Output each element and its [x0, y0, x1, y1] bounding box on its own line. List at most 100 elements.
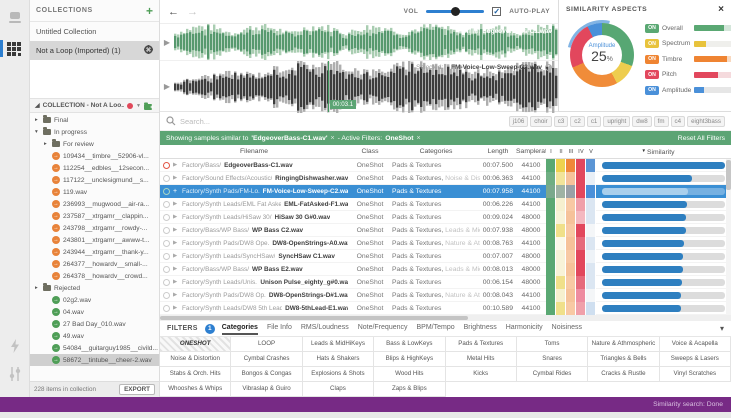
- row-play-icon[interactable]: ▶: [173, 214, 179, 220]
- row-play-icon[interactable]: ▶: [173, 227, 179, 233]
- category-button[interactable]: Leads & MidHiKeys: [302, 337, 375, 352]
- category-button[interactable]: Vinyl Scratches: [659, 367, 731, 382]
- tree-item[interactable]: → 109434__timbre__52906-vl...: [30, 150, 159, 162]
- category-button[interactable]: Voice & Acapella: [659, 337, 731, 352]
- aspect-on-toggle[interactable]: ON: [645, 54, 659, 64]
- row-marker-ring-icon[interactable]: [163, 239, 170, 247]
- row-marker-ring-icon[interactable]: [163, 226, 170, 234]
- search-tag[interactable]: j106: [508, 115, 529, 127]
- filter-tab-note-frequency[interactable]: Note/Frequency: [358, 322, 408, 335]
- category-button[interactable]: Noise & Distortion: [160, 352, 232, 367]
- category-button[interactable]: Toms: [516, 337, 589, 352]
- add-collection-button[interactable]: +: [146, 5, 153, 17]
- tree-item[interactable]: → 58672__tintube__cheer-2.wav: [30, 354, 159, 366]
- vertical-scrollbar[interactable]: [726, 159, 731, 315]
- expand-arrow-icon[interactable]: ▸: [44, 141, 49, 147]
- row-marker-ring-icon[interactable]: [163, 200, 170, 208]
- loop-toggle-icon[interactable]: [545, 64, 552, 71]
- grid-view-icon[interactable]: [0, 40, 24, 58]
- column-header-similarity[interactable]: ▼Similarity: [596, 148, 720, 156]
- category-button[interactable]: Cymbal Rides: [516, 367, 589, 382]
- play-similar-icon[interactable]: ▶: [160, 38, 174, 47]
- tree-item[interactable]: ▸ Final: [30, 114, 159, 126]
- row-play-icon[interactable]: ▶: [173, 240, 179, 246]
- category-button[interactable]: Whooshes & Whips: [160, 382, 232, 397]
- tree-item[interactable]: ▾ In progress: [30, 126, 159, 138]
- expand-arrow-icon[interactable]: ▸: [35, 117, 40, 123]
- playhead-cursor[interactable]: [327, 61, 329, 112]
- tree-item[interactable]: → 119.wav: [30, 186, 159, 198]
- category-button[interactable]: Explosions & Shots: [302, 367, 375, 382]
- row-marker-ring-icon[interactable]: [163, 213, 170, 221]
- tree-item[interactable]: → 27 Bad Day_010.wav: [30, 318, 159, 330]
- tree-item[interactable]: → 117122__unclesigmund__s...: [30, 174, 159, 186]
- filter-tab-harmonicity[interactable]: Harmonicity: [506, 322, 543, 335]
- category-button[interactable]: Stabs & Orch. Hits: [160, 367, 232, 382]
- aspect-on-toggle[interactable]: ON: [645, 23, 659, 33]
- row-marker-ring-icon[interactable]: [163, 161, 170, 169]
- filter-tab-noisiness[interactable]: Noisiness: [552, 322, 582, 335]
- category-button[interactable]: Zaps & Blips: [374, 382, 446, 397]
- column-header-iv[interactable]: IV: [576, 149, 586, 155]
- tree-item[interactable]: → 243944__xtrgamr__thank-y...: [30, 246, 159, 258]
- category-button[interactable]: Kicks: [445, 367, 517, 382]
- row-marker-ring-icon[interactable]: [163, 252, 170, 260]
- filter-tab-brightness[interactable]: Brightness: [464, 322, 497, 335]
- category-button[interactable]: LOOP: [231, 337, 303, 352]
- back-button[interactable]: ←: [168, 6, 179, 18]
- filter-tab-rms-loudness[interactable]: RMS/Loudness: [301, 322, 349, 335]
- tree-item[interactable]: → 54084__guitarguy1985__civild...: [30, 342, 159, 354]
- tree-item[interactable]: → 243801__xtrgamr__awww-t...: [30, 234, 159, 246]
- tree-item[interactable]: → 243798__xtrgamr__rowdy-...: [30, 222, 159, 234]
- search-input[interactable]: [180, 116, 505, 126]
- category-button[interactable]: Bass & LowKeys: [374, 337, 446, 352]
- row-marker-ring-icon[interactable]: [163, 265, 170, 273]
- reset-all-filters-button[interactable]: Reset All Filters: [678, 135, 725, 142]
- table-row[interactable]: ▶ Factory/Bass/ EdgeoverBass-C1.wav OneSho…: [160, 159, 731, 172]
- column-header-filename[interactable]: Filename: [160, 148, 348, 155]
- similar-waveform[interactable]: Similar: EdgeoverBass-C1.wav: [174, 23, 558, 61]
- aspect-weight-bar[interactable]: [694, 25, 731, 31]
- column-header-i[interactable]: I: [546, 149, 556, 155]
- tree-dropdown-icon[interactable]: ▼: [136, 103, 141, 109]
- tree-item[interactable]: → 112254__edbles__12secon...: [30, 162, 159, 174]
- aspect-weight-bar[interactable]: [694, 87, 731, 93]
- category-button[interactable]: Wood Hits: [374, 367, 446, 382]
- row-play-icon[interactable]: ▶: [173, 175, 179, 181]
- category-button[interactable]: Cymbal Crashes: [231, 352, 303, 367]
- table-row[interactable]: ▶ Factory/Synth Leads/SyncHSaw/ SyncHSaw …: [160, 249, 731, 263]
- row-play-icon[interactable]: ▶: [173, 292, 179, 298]
- column-header-categories[interactable]: Categories: [392, 148, 480, 155]
- category-button[interactable]: Cracks & Rustle: [588, 367, 660, 382]
- clear-similarity-icon[interactable]: ×: [331, 135, 335, 142]
- row-marker-ring-icon[interactable]: [163, 174, 170, 182]
- table-row[interactable]: ▶ Factory/Synth Leads/HiSaw 30/ HiSaw 30 …: [160, 210, 731, 224]
- clear-filter-icon[interactable]: ×: [417, 135, 421, 142]
- table-row[interactable]: ▶ Factory/Bass/WP Bass/ WP Bass C2.wav One…: [160, 223, 731, 237]
- table-row[interactable]: ▶ Factory/Synth Pads/DW8 Ope... DW8-OpenS…: [160, 236, 731, 250]
- aspect-weight-bar[interactable]: [694, 56, 731, 62]
- play-selected-icon[interactable]: ▶: [160, 82, 174, 91]
- aspect-on-toggle[interactable]: ON: [645, 85, 659, 95]
- category-button[interactable]: Claps: [302, 382, 375, 397]
- collection-item[interactable]: Not a Loop (Imported) (1): [30, 41, 159, 60]
- mixer-sliders-icon[interactable]: [6, 365, 24, 383]
- tree-item[interactable]: → 264378__howardv__crowd...: [30, 270, 159, 282]
- column-header-samplerate[interactable]: Samplerate: [516, 148, 546, 155]
- table-row[interactable]: + Factory/Synth Pads/FM-Lo... FM-Voice-Lo…: [160, 184, 731, 198]
- row-play-icon[interactable]: ▶: [173, 266, 179, 272]
- column-header-v[interactable]: V: [586, 149, 596, 155]
- tree-item[interactable]: → 49.wav: [30, 330, 159, 342]
- row-marker-ring-icon[interactable]: [163, 291, 170, 299]
- row-play-icon[interactable]: ▶: [173, 253, 179, 259]
- add-icon[interactable]: +: [173, 188, 179, 195]
- search-tag[interactable]: choir: [530, 115, 552, 127]
- horizontal-scrollbar[interactable]: [160, 315, 731, 321]
- aspects-donut-chart[interactable]: Amplitude 25%: [553, 6, 651, 104]
- search-tag[interactable]: c4: [670, 115, 686, 127]
- drive-icon[interactable]: [6, 9, 24, 27]
- table-row[interactable]: ▶ Factory/Synth Leads/EML Fat Aske... EML…: [160, 197, 731, 211]
- vertical-scroll-thumb[interactable]: [726, 160, 731, 190]
- row-play-icon[interactable]: ▶: [173, 162, 179, 168]
- search-tag[interactable]: c3: [553, 115, 569, 127]
